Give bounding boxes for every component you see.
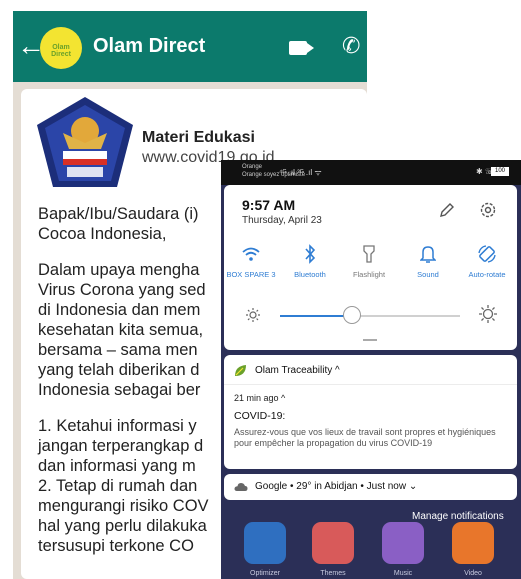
notification-time: 21 min ago ^	[234, 393, 285, 403]
avatar-logo-text: Olam Direct	[51, 44, 71, 58]
signal-icon: ⁴ᴳ .ıl ³ᴳ .ıl ᯤ	[279, 168, 322, 177]
phone-call-icon[interactable]: ✆	[342, 33, 360, 59]
app-label: Video	[464, 570, 482, 577]
tile-sound[interactable]: Sound	[398, 243, 458, 279]
message-line: Virus Corona yang sed	[38, 281, 206, 299]
tile-auto-rotate[interactable]: Auto-rotate	[457, 243, 517, 279]
app-label: Optimizer	[250, 570, 280, 577]
tile-label: BOX SPARE 3	[226, 270, 276, 279]
garuda-emblem-icon	[37, 97, 133, 187]
divider	[224, 384, 517, 385]
chat-header: ← Olam Direct Olam Direct ✆	[13, 11, 367, 82]
notification-title: COVID-19:	[234, 410, 286, 422]
brightness-knob[interactable]	[343, 306, 361, 324]
brightness-high-icon	[479, 305, 497, 323]
message-line: hal yang perlu dilakuka	[38, 517, 207, 535]
message-line: yang telah diberikan d	[38, 361, 200, 379]
tile-label: Bluetooth	[294, 270, 326, 279]
notification-body: Assurez-vous que vos lieux de travail so…	[234, 427, 496, 448]
clock-date[interactable]: Thursday, April 23	[242, 215, 322, 226]
contact-name[interactable]: Olam Direct	[93, 35, 205, 58]
brightness-fill	[280, 315, 352, 317]
link-preview-title[interactable]: Materi Edukasi	[142, 129, 255, 147]
message-line: kesehatan kita semua,	[38, 321, 204, 339]
message-line: di Indonesia dan mem	[38, 301, 201, 319]
message-line: dan informasi yang m	[38, 457, 196, 475]
video-call-icon[interactable]	[289, 41, 314, 55]
clock-time[interactable]: 9:57 AM	[242, 197, 295, 213]
google-card-text: Google • 29° in Abidjan • Just now ⌄	[255, 481, 417, 492]
chevron-up-icon[interactable]: ^	[281, 393, 285, 403]
edit-pencil-icon[interactable]	[438, 201, 456, 219]
gear-icon[interactable]	[479, 201, 497, 219]
google-card-label: Google • 29° in Abidjan • Just now	[255, 481, 407, 492]
message-line: tersusupi terkone CO	[38, 537, 194, 555]
rotate-icon	[478, 245, 496, 263]
message-line: mengurangi risiko COV	[38, 497, 209, 515]
chevron-up-icon[interactable]: ^	[335, 365, 340, 376]
google-weather-card[interactable]: Google • 29° in Abidjan • Just now ⌄	[224, 474, 517, 500]
time-ago-text: 21 min ago	[234, 393, 279, 403]
app-label: Music	[393, 570, 413, 577]
drag-handle[interactable]	[363, 339, 377, 341]
app-icon-video[interactable]	[452, 522, 494, 564]
tile-label: Auto-rotate	[468, 270, 506, 279]
wifi-icon	[242, 247, 260, 261]
notification-card[interactable]: Olam Traceability ^ 21 min ago ^ COVID-1…	[224, 355, 517, 469]
brightness-low-icon	[246, 308, 260, 322]
back-arrow-icon[interactable]: ←	[17, 32, 45, 60]
message-line: 2. Tetap di rumah dan	[38, 477, 198, 495]
brightness-slider[interactable]	[280, 306, 460, 324]
app-label: Themes	[320, 570, 346, 577]
bluetooth-icon	[305, 244, 316, 264]
tile-wifi[interactable]: BOX SPARE 3	[221, 243, 281, 279]
battery-icon: 100	[491, 167, 509, 176]
tile-label: Flashlight	[352, 270, 386, 279]
cloud-icon	[234, 483, 248, 491]
manage-notifications-button[interactable]: Manage notifications	[412, 511, 504, 522]
leaf-icon	[235, 365, 246, 376]
tile-bluetooth[interactable]: Bluetooth	[280, 243, 340, 279]
message-line: Cocoa Indonesia,	[38, 225, 167, 243]
app-icon-optimizer[interactable]	[244, 522, 286, 564]
bell-icon	[420, 246, 436, 263]
message-line: Bapak/Ibu/Saudara (i)	[38, 205, 199, 223]
message-line: Dalam upaya mengha	[38, 261, 200, 279]
notification-app-name: Olam Traceability ^	[255, 365, 340, 376]
app-icon-music[interactable]	[382, 522, 424, 564]
notification-shade-screenshot: Orange Orange soyez optimiste ⁴ᴳ .ıl ³ᴳ …	[221, 160, 521, 579]
app-name-text: Olam Traceability	[255, 365, 333, 376]
message-line: jangan terperangkap d	[38, 437, 204, 455]
quick-settings-panel: 9:57 AM Thursday, April 23 BOX SPARE 3 B…	[224, 185, 517, 350]
message-line: bersama – sama men	[38, 341, 198, 359]
tile-flashlight[interactable]: Flashlight	[339, 243, 399, 279]
app-icon-themes[interactable]	[312, 522, 354, 564]
chevron-down-icon[interactable]: ⌄	[409, 481, 417, 492]
flashlight-icon	[363, 245, 375, 263]
status-bar: Orange Orange soyez optimiste ⁴ᴳ .ıl ³ᴳ …	[221, 160, 521, 185]
message-line: 1. Ketahui informasi y	[38, 417, 197, 435]
tile-label: Sound	[417, 270, 439, 279]
message-line: Indonesia sebagai ber	[38, 381, 201, 399]
